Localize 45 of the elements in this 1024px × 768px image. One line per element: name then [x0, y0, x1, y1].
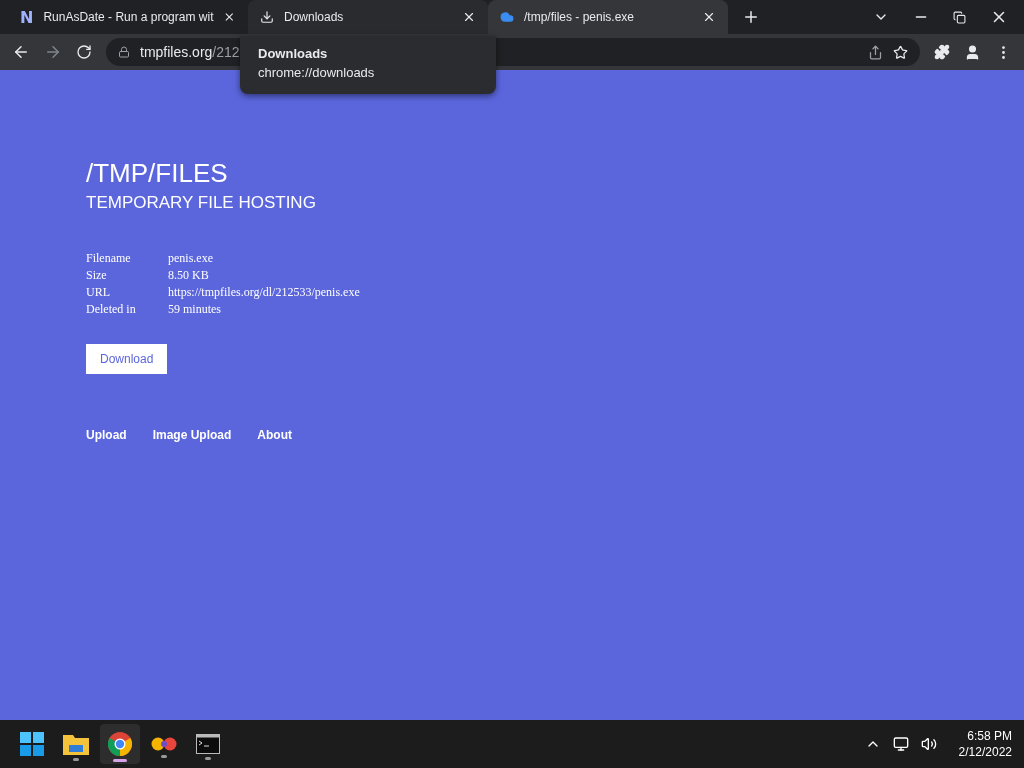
- browser-tab[interactable]: N RunAsDate - Run a program wit: [8, 0, 248, 34]
- windows-logo-icon: [20, 732, 44, 756]
- detail-label: Filename: [86, 251, 132, 265]
- network-icon[interactable]: [892, 736, 909, 752]
- footer-link[interactable]: About: [257, 428, 292, 442]
- tooltip-title: Downloads: [258, 46, 329, 61]
- profile-icon[interactable]: [964, 43, 981, 61]
- footer-link[interactable]: Upload: [86, 428, 127, 442]
- close-tab-icon[interactable]: [462, 10, 476, 24]
- browser-tab[interactable]: Downloads: [248, 0, 488, 34]
- close-tab-icon[interactable]: [702, 10, 716, 24]
- clock-date: 2/12/2022: [958, 745, 1012, 759]
- detail-label: URL: [86, 285, 111, 299]
- back-icon[interactable]: [12, 43, 30, 61]
- extensions-icon[interactable]: [934, 44, 950, 60]
- tab-logo: N: [20, 7, 34, 27]
- cloud-icon: [500, 10, 514, 24]
- restore-icon[interactable]: [953, 10, 966, 24]
- close-tab-icon[interactable]: [223, 10, 236, 24]
- share-icon[interactable]: [868, 44, 883, 60]
- download-icon: [260, 10, 274, 24]
- site-title: /TMP/FILES: [86, 158, 229, 189]
- taskbar-app[interactable]: [100, 724, 140, 764]
- detail-value: 8.50 KB: [168, 268, 210, 282]
- detail-value: https://tmpfiles.org/dl/212533/penis.exe: [168, 285, 361, 299]
- site-subtitle: TEMPORARY FILE HOSTING: [86, 193, 317, 213]
- browser-tab[interactable]: /tmp/files - penis.exe: [488, 0, 728, 34]
- chrome-icon: [108, 732, 132, 756]
- url-text: tmpfiles.org/212: [140, 44, 240, 60]
- terminal-icon: [196, 734, 220, 754]
- new-tab-icon[interactable]: [742, 8, 760, 26]
- bookmark-star-icon[interactable]: [893, 44, 908, 60]
- folder-icon: [63, 733, 89, 755]
- download-button[interactable]: Download: [86, 344, 168, 374]
- lock-icon: [118, 46, 130, 58]
- footer-link[interactable]: Image Upload: [152, 428, 232, 442]
- reload-icon[interactable]: [76, 44, 92, 60]
- detail-value: penis.exe: [168, 251, 214, 265]
- detail-value: 59 minutes: [168, 302, 222, 316]
- detail-label: Deleted in: [86, 302, 137, 316]
- forward-icon[interactable]: [44, 43, 62, 61]
- tooltip-url: chrome://downloads: [258, 65, 376, 80]
- clock-time: 6:58 PM: [967, 729, 1012, 743]
- volume-icon[interactable]: [920, 736, 937, 752]
- detail-label: Size: [86, 268, 108, 282]
